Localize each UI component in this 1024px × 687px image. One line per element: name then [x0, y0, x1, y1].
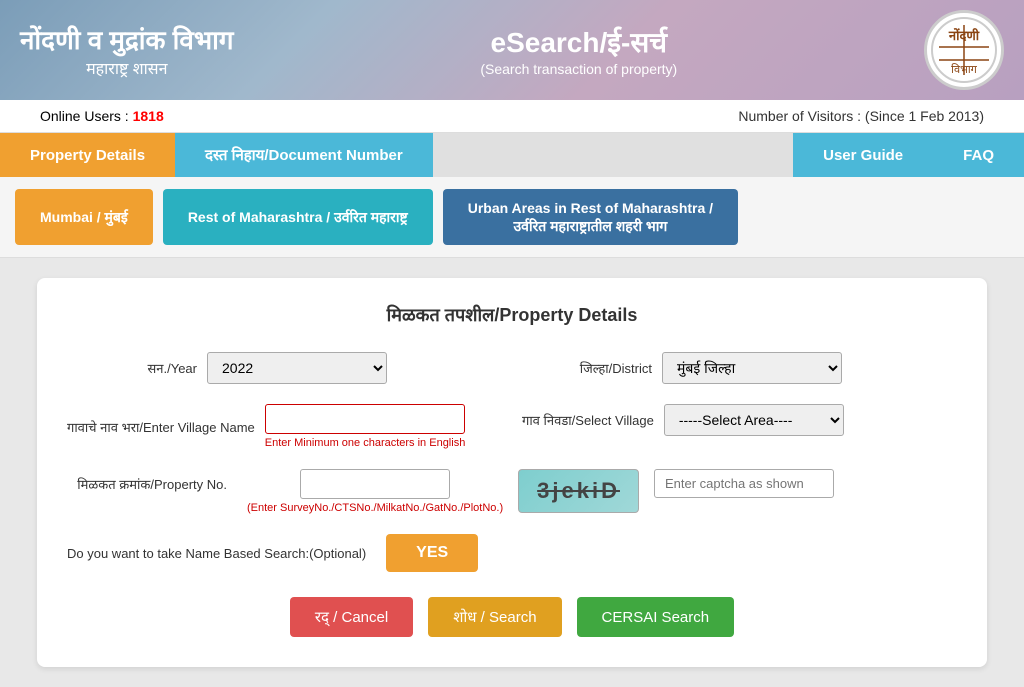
visitors-label: Number of Visitors : (Since 1 Feb 2013) — [738, 108, 984, 124]
property-inputs: (Enter SurveyNo./CTSNo./MilkatNo./GatNo.… — [247, 469, 957, 514]
action-row: रद् / Cancel शोध / Search CERSAI Search — [67, 597, 957, 637]
year-district-row: सन./Year 2022 2021 2020 जिल्हा/District … — [67, 352, 957, 384]
village-error-text: Enter Minimum one characters in English — [265, 437, 466, 449]
esearch-title: eSearch/ई-सर्च — [480, 23, 677, 61]
search-button[interactable]: शोध / Search — [428, 597, 561, 637]
cersai-button[interactable]: CERSAI Search — [577, 597, 735, 637]
form-card: मिळकत तपशील/Property Details सन./Year 20… — [37, 278, 987, 667]
region-bar: Mumbai / मुंबई Rest of Maharashtra / उर्… — [0, 177, 1024, 258]
tab-user-guide[interactable]: User Guide — [793, 133, 933, 177]
logo: नोंदणी विभाग — [924, 10, 1004, 90]
header-subtitle-marathi: महाराष्ट्र शासन — [20, 57, 234, 79]
region-mumbai[interactable]: Mumbai / मुंबई — [15, 189, 153, 245]
district-group: जिल्हा/District मुंबई जिल्हा — [522, 352, 957, 384]
cancel-button[interactable]: रद् / Cancel — [290, 597, 413, 637]
property-no-label: मिळकत क्रमांक/Property No. — [67, 469, 227, 493]
district-label: जिल्हा/District — [522, 359, 652, 377]
select-village-group: गाव निवडा/Select Village -----Select Are… — [522, 404, 957, 436]
region-rest-maharashtra[interactable]: Rest of Maharashtra / उर्वरित महाराष्ट्र — [163, 189, 433, 245]
svg-text:विभाग: विभाग — [951, 63, 978, 76]
select-village-select[interactable]: -----Select Area---- — [664, 404, 844, 436]
info-bar: Online Users : 1818 Number of Visitors :… — [0, 100, 1024, 133]
main-content: मिळकत तपशील/Property Details सन./Year 20… — [0, 258, 1024, 687]
village-name-group: गावाचे नाव भरा/Enter Village Name Enter … — [67, 404, 502, 449]
village-row: गावाचे नाव भरा/Enter Village Name Enter … — [67, 404, 957, 449]
nav-tabs: Property Details दस्त निहाय/Document Num… — [0, 133, 1024, 177]
village-name-label: गावाचे नाव भरा/Enter Village Name — [67, 418, 255, 436]
name-search-label: Do you want to take Name Based Search:(O… — [67, 546, 366, 561]
online-users-label: Online Users : 1818 — [40, 108, 164, 124]
village-name-input[interactable] — [265, 404, 465, 434]
property-no-wrap: (Enter SurveyNo./CTSNo./MilkatNo./GatNo.… — [247, 469, 503, 514]
header-title-marathi: नोंदणी व मुद्रांक विभाग — [20, 21, 234, 57]
region-urban-areas[interactable]: Urban Areas in Rest of Maharashtra / उर्… — [443, 189, 738, 245]
property-row: मिळकत क्रमांक/Property No. (Enter Survey… — [67, 469, 957, 514]
form-title: मिळकत तपशील/Property Details — [67, 303, 957, 327]
tab-property-details[interactable]: Property Details — [0, 133, 175, 177]
year-group: सन./Year 2022 2021 2020 — [67, 352, 502, 384]
tab-document-number[interactable]: दस्त निहाय/Document Number — [175, 133, 433, 177]
online-count: 1818 — [133, 108, 164, 124]
property-hint: (Enter SurveyNo./CTSNo./MilkatNo./GatNo.… — [247, 502, 503, 514]
captcha-image: 3jekiD — [518, 469, 639, 513]
year-label: सन./Year — [67, 359, 197, 377]
name-search-row: Do you want to take Name Based Search:(O… — [67, 534, 957, 572]
esearch-subtitle: (Search transaction of property) — [480, 61, 677, 77]
header: नोंदणी व मुद्रांक विभाग महाराष्ट्र शासन … — [0, 0, 1024, 100]
property-no-input[interactable] — [300, 469, 450, 499]
year-select[interactable]: 2022 2021 2020 — [207, 352, 387, 384]
village-input-wrap: Enter Minimum one characters in English — [265, 404, 466, 449]
select-village-label: गाव निवडा/Select Village — [522, 411, 654, 429]
header-center: eSearch/ई-सर्च (Search transaction of pr… — [480, 23, 677, 77]
district-select[interactable]: मुंबई जिल्हा — [662, 352, 842, 384]
tab-faq[interactable]: FAQ — [933, 133, 1024, 177]
yes-button[interactable]: YES — [386, 534, 478, 572]
header-left: नोंदणी व मुद्रांक विभाग महाराष्ट्र शासन — [20, 21, 234, 79]
captcha-input[interactable] — [654, 469, 834, 498]
